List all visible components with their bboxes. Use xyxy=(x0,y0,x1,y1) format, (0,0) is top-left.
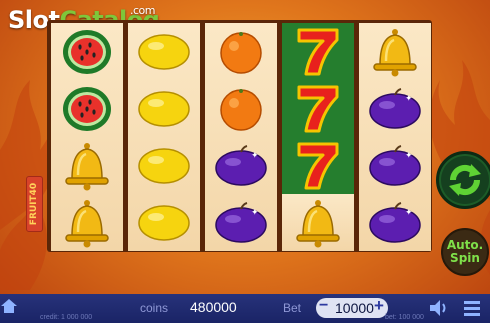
plum-symbol: ✦ xyxy=(359,80,431,137)
autospin-button[interactable]: Auto. Spin xyxy=(441,228,489,276)
bet-decrease-button[interactable]: − xyxy=(319,297,328,315)
plum-symbol: ✦ xyxy=(205,194,277,251)
reel-5: ✦ ✦ ✦ xyxy=(359,23,431,251)
orange-symbol xyxy=(205,23,277,80)
bottom-bar: credit: 1 000 000 coins 480000 Bet − 100… xyxy=(0,294,490,323)
plum-icon: ✦ xyxy=(369,201,421,243)
bell-icon xyxy=(296,199,340,247)
watermelon-symbol xyxy=(51,23,123,80)
watermelon-symbol xyxy=(51,80,123,137)
seven-icon xyxy=(297,85,339,132)
svg-text:✦: ✦ xyxy=(251,208,259,218)
bell-icon xyxy=(65,199,109,247)
bet-stepper: − 10000 + xyxy=(316,296,388,318)
seven-symbol xyxy=(282,137,354,194)
lemon-symbol xyxy=(128,137,200,194)
coins-label: coins xyxy=(140,301,169,315)
bell-symbol xyxy=(282,194,354,251)
spin-button[interactable] xyxy=(436,151,490,209)
seven-symbol xyxy=(282,80,354,137)
bell-symbol xyxy=(359,23,431,80)
coins-value: 480000 xyxy=(190,299,237,315)
orange-icon xyxy=(220,31,262,74)
home-icon[interactable] xyxy=(0,297,18,315)
bell-icon xyxy=(65,142,109,190)
reel-1 xyxy=(51,23,123,251)
lemon-icon xyxy=(138,147,190,184)
reel-grid: ✦ ✦ ✦ ✦ ✦ xyxy=(47,20,432,252)
seven-symbol xyxy=(282,23,354,80)
game-side-logo: FRUIT40 xyxy=(26,176,43,232)
orange-icon xyxy=(220,88,262,131)
svg-text:✦: ✦ xyxy=(405,151,413,161)
svg-text:✦: ✦ xyxy=(251,151,259,161)
plum-icon: ✦ xyxy=(369,144,421,186)
bell-symbol xyxy=(51,194,123,251)
lemon-symbol xyxy=(128,23,200,80)
lemon-symbol xyxy=(128,194,200,251)
reel-4 xyxy=(282,23,354,251)
plum-symbol: ✦ xyxy=(359,194,431,251)
bet-value: 10000 xyxy=(335,300,374,316)
watermelon-icon xyxy=(63,29,111,74)
lemon-icon xyxy=(138,204,190,241)
lemon-icon xyxy=(138,33,190,70)
lemon-icon xyxy=(138,90,190,127)
win-line: bet: 100 000 xyxy=(385,314,424,321)
orange-symbol xyxy=(205,80,277,137)
bell-symbol xyxy=(51,137,123,194)
bet-label: Bet xyxy=(283,301,302,315)
plum-icon: ✦ xyxy=(215,201,267,243)
plum-symbol: ✦ xyxy=(205,137,277,194)
plum-icon: ✦ xyxy=(215,144,267,186)
lemon-symbol xyxy=(128,80,200,137)
svg-text:✦: ✦ xyxy=(405,208,413,218)
seven-icon xyxy=(297,28,339,75)
autospin-label-2: Spin xyxy=(450,251,480,265)
bell-icon xyxy=(373,28,417,76)
seven-icon xyxy=(297,142,339,189)
credit-line: credit: 1 000 000 xyxy=(40,314,93,321)
bet-increase-button[interactable]: + xyxy=(374,296,384,316)
hamburger-menu-icon[interactable] xyxy=(462,298,482,318)
speaker-icon[interactable] xyxy=(428,298,450,318)
plum-icon: ✦ xyxy=(369,87,421,129)
reel-2 xyxy=(128,23,200,251)
reel-3: ✦ ✦ xyxy=(205,23,277,251)
svg-text:✦: ✦ xyxy=(405,94,413,104)
plum-symbol: ✦ xyxy=(359,137,431,194)
refresh-arrows-icon xyxy=(449,164,481,196)
watermelon-icon xyxy=(63,86,111,131)
